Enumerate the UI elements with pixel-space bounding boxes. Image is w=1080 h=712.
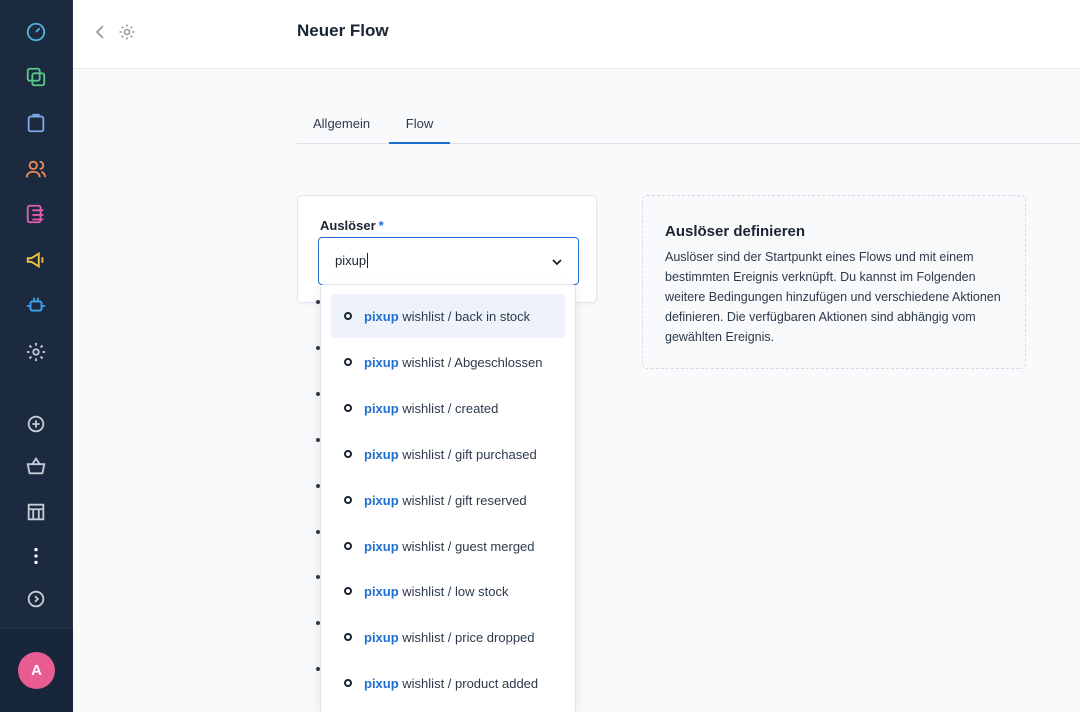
list-item-label: pixup wishlist / back in stock (364, 309, 531, 324)
tab-allgemein[interactable]: Allgemein (313, 116, 370, 144)
bullet-icon (344, 587, 352, 595)
trigger-select[interactable]: pixup (318, 237, 579, 285)
bullet-icon (344, 679, 352, 687)
list-item[interactable]: pixup wishlist / created (331, 386, 565, 430)
list-item-label: pixup wishlist / gift reserved (364, 493, 527, 508)
settings-icon[interactable] (24, 340, 48, 364)
bullet-icon (344, 542, 352, 550)
trigger-label-text: Auslöser (320, 218, 376, 233)
page-title: Neuer Flow (297, 21, 389, 40)
store-icon[interactable] (24, 500, 48, 524)
list-item-label: pixup wishlist / price dropped (364, 630, 535, 645)
chevron-down-icon[interactable] (550, 255, 564, 269)
list-item[interactable]: pixup wishlist / low stock (331, 569, 565, 613)
gear-icon[interactable] (117, 22, 137, 42)
bullet-icon (344, 496, 352, 504)
bullet-icon (344, 633, 352, 641)
help-card: Auslöser definieren Auslöser sind der St… (642, 195, 1026, 369)
content-icon[interactable] (24, 202, 48, 226)
list-item[interactable]: pixup wishlist / product added (331, 661, 565, 705)
add-icon[interactable] (24, 412, 48, 436)
trigger-search-value: pixup (335, 253, 367, 268)
bullet-icon (344, 312, 352, 320)
list-item[interactable]: pixup wishlist / price dropped (331, 615, 565, 659)
avatar[interactable]: A (18, 652, 55, 689)
list-item-label: pixup wishlist / guest merged (364, 539, 535, 554)
list-item-label: pixup wishlist / low stock (364, 584, 509, 599)
bullet-icon (344, 450, 352, 458)
dashboard-icon[interactable] (24, 20, 48, 44)
basket-icon[interactable] (24, 454, 48, 478)
list-item[interactable]: pixup wishlist / guest merged (331, 524, 565, 568)
list-item-label: pixup wishlist / Abgeschlossen (364, 355, 543, 370)
bullet-icon (344, 404, 352, 412)
page-header: Neuer Flow (73, 0, 1080, 69)
help-title: Auslöser definieren (665, 223, 806, 240)
more-icon[interactable] (24, 544, 48, 568)
extensions-icon[interactable] (24, 294, 48, 318)
list-item[interactable]: pixup wishlist / gift reserved (331, 478, 565, 522)
list-item[interactable]: pixup wishlist / Abgeschlossen (331, 340, 565, 384)
list-item-label: pixup wishlist / gift purchased (364, 447, 537, 462)
list-item[interactable]: pixup wishlist / back in stock (331, 294, 565, 338)
orders-icon[interactable] (24, 111, 48, 135)
expand-icon[interactable] (24, 587, 48, 611)
catalog-icon[interactable] (24, 65, 48, 89)
bullet-icon (344, 358, 352, 366)
trigger-dropdown: pixup wishlist / back in stock pixup wis… (320, 284, 576, 712)
help-body: Auslöser sind der Startpunkt eines Flows… (665, 250, 1001, 344)
trigger-search-input[interactable]: pixup (335, 253, 369, 268)
tab-flow[interactable]: Flow (389, 116, 450, 144)
list-item[interactable]: pixup wishlist / gift purchased (331, 432, 565, 476)
sidebar-footer: A (0, 628, 73, 712)
trigger-label: Auslöser * (320, 218, 384, 233)
marketing-icon[interactable] (24, 248, 48, 272)
required-mark: * (378, 218, 384, 233)
back-icon[interactable] (91, 22, 111, 42)
text-caret (367, 253, 369, 268)
tab-bar: Allgemein Flow (297, 106, 1080, 144)
list-item-label: pixup wishlist / product added (364, 676, 539, 691)
list-item-label: pixup wishlist / created (364, 401, 499, 416)
customers-icon[interactable] (24, 157, 48, 181)
sidebar: A (0, 0, 73, 712)
